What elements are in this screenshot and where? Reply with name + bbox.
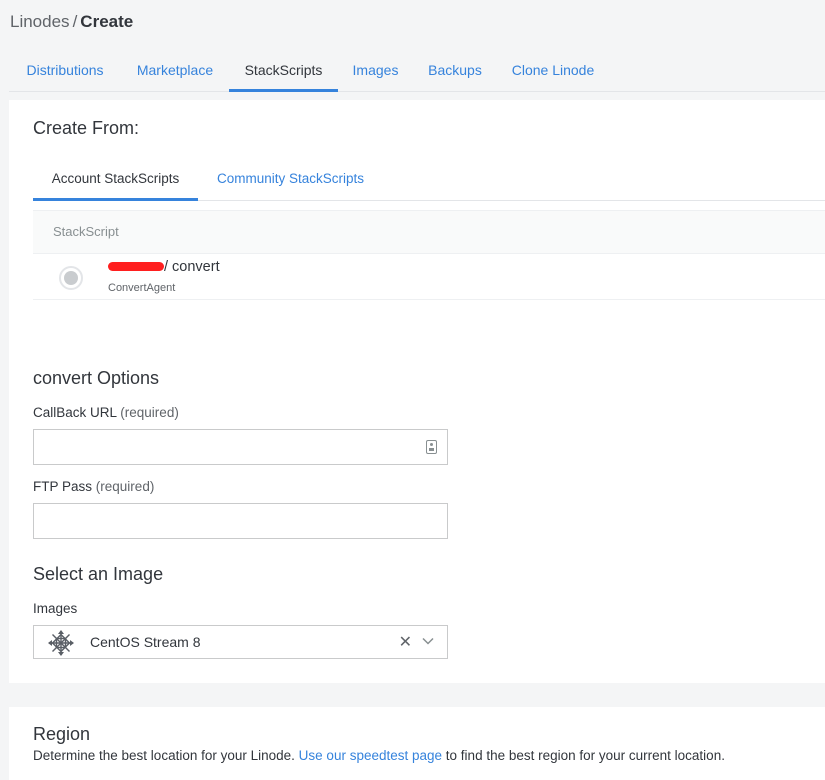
callback-url-label-text: CallBack URL xyxy=(33,405,117,420)
password-manager-icon[interactable] xyxy=(426,440,437,454)
stackscript-description: ConvertAgent xyxy=(108,282,176,294)
create-panel: Create From: Account StackScripts Commun… xyxy=(9,100,825,683)
create-tabs: Distributions Marketplace StackScripts I… xyxy=(9,52,825,92)
stackscript-title: / convert xyxy=(164,259,220,275)
options-heading: convert Options xyxy=(33,368,160,388)
clear-icon[interactable]: ✕ xyxy=(399,632,412,652)
breadcrumb-separator: / xyxy=(72,12,78,31)
required-note: (required) xyxy=(95,479,155,494)
stackscript-radio[interactable] xyxy=(59,266,83,290)
image-select-value: CentOS Stream 8 xyxy=(90,634,201,650)
images-label: Images xyxy=(33,601,78,616)
region-desc-text: Determine the best location for your Lin… xyxy=(33,748,295,763)
region-description: Determine the best location for your Lin… xyxy=(33,748,725,763)
ftp-pass-field[interactable] xyxy=(33,503,448,539)
page-title: Create xyxy=(80,12,134,31)
centos-icon xyxy=(48,630,74,656)
ftp-pass-input[interactable] xyxy=(34,504,447,538)
tab-backups[interactable]: Backups xyxy=(413,52,497,92)
select-image-heading: Select an Image xyxy=(33,564,164,584)
region-panel: Region Determine the best location for y… xyxy=(9,707,825,780)
region-heading: Region xyxy=(33,724,91,744)
speedtest-link[interactable]: Use our speedtest page xyxy=(299,748,442,763)
callback-url-input[interactable] xyxy=(34,430,447,464)
ftp-pass-label: FTP Pass (required) xyxy=(33,479,154,494)
tab-distributions[interactable]: Distributions xyxy=(9,52,121,92)
tab-account-stackscripts[interactable]: Account StackScripts xyxy=(33,160,198,201)
tab-stackscripts[interactable]: StackScripts xyxy=(229,52,338,92)
callback-url-label: CallBack URL (required) xyxy=(33,405,179,420)
stackscript-source-tabs: Account StackScripts Community StackScri… xyxy=(33,160,825,201)
breadcrumb: Linodes / Create xyxy=(10,12,133,32)
region-desc-tail: to find the best region for your current… xyxy=(445,748,725,763)
stackscript-table-header: StackScript xyxy=(33,210,825,254)
create-from-heading: Create From: xyxy=(33,118,140,138)
tab-marketplace[interactable]: Marketplace xyxy=(121,52,229,92)
callback-url-field[interactable] xyxy=(33,429,448,465)
ftp-pass-label-text: FTP Pass xyxy=(33,479,93,494)
redacted-username xyxy=(108,262,164,271)
tab-images[interactable]: Images xyxy=(338,52,413,92)
tab-community-stackscripts[interactable]: Community StackScripts xyxy=(198,160,383,201)
required-note: (required) xyxy=(120,405,179,420)
tab-clone-linode[interactable]: Clone Linode xyxy=(497,52,609,92)
chevron-down-icon[interactable] xyxy=(421,634,435,648)
image-select[interactable]: CentOS Stream 8 ✕ xyxy=(33,625,448,659)
stackscript-row[interactable]: / convert ConvertAgent xyxy=(33,254,825,300)
breadcrumb-parent-link[interactable]: Linodes xyxy=(10,12,70,31)
